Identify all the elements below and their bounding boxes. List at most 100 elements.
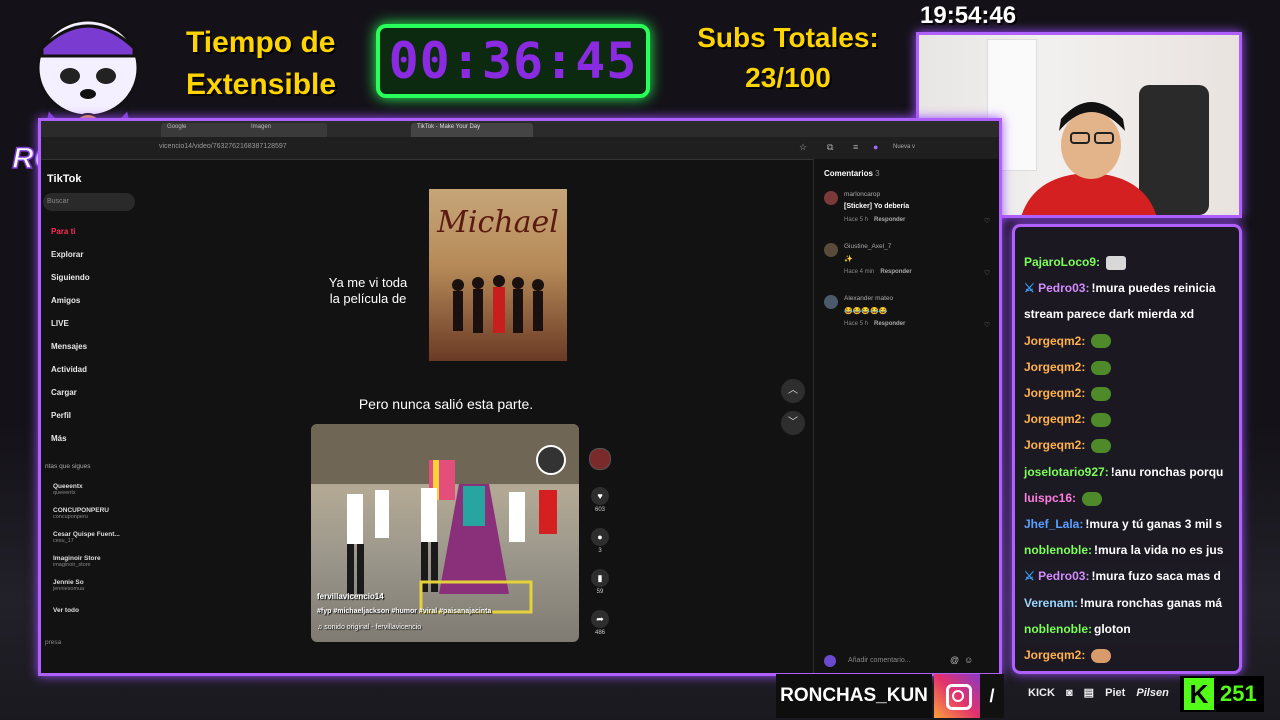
comment-input[interactable]: Añadir comentario... — [848, 657, 911, 664]
following-item[interactable]: Jennie So jenniesomua — [53, 579, 84, 592]
url-text[interactable]: vicencio14/video/7632762168387128597 — [159, 143, 287, 150]
stream-chat: PajaroLoco9: ⚔ Pedro03: !mura puedes reini… — [1012, 224, 1242, 674]
comment-avatar[interactable] — [824, 295, 838, 309]
kick-logo-icon: K — [1184, 678, 1214, 710]
search-input[interactable]: Buscar — [43, 193, 135, 211]
next-video-button[interactable]: ﹀ — [781, 411, 805, 435]
video-sound[interactable]: ♫ sonido original - fervillavicencio — [317, 624, 421, 631]
nav-explore[interactable]: Explorar — [51, 250, 83, 259]
tab-google[interactable]: Google — [161, 123, 253, 137]
reply-button[interactable]: Responder — [874, 321, 905, 327]
following-item[interactable]: Queeentx queeentx — [53, 483, 83, 496]
nav-for-you[interactable]: Para ti — [51, 227, 75, 236]
comment-like-icon[interactable]: ♡ — [984, 269, 990, 277]
subs-counter: Subs Totales: 23/100 — [668, 18, 908, 98]
chat-username[interactable]: Jorgeqm2: — [1024, 412, 1085, 426]
comment-like-icon[interactable]: ♡ — [984, 217, 990, 225]
comment-like-icon[interactable]: ♡ — [984, 321, 990, 329]
tiktok-logo[interactable]: TikTok — [47, 173, 81, 185]
tab-strip: Google Imagen TikTok - Make Your Day — [41, 121, 999, 137]
following-header: ntas que sigues — [45, 463, 91, 470]
kick-sponsor-text: KICK — [1028, 687, 1055, 699]
poster-dancers — [452, 275, 544, 333]
tab-image[interactable]: Imagen — [245, 123, 327, 137]
comments-panel: Comentarios 3 marloncarop [Sticker] Yo d… — [813, 159, 999, 673]
comment-user[interactable]: Alexander mateo — [844, 295, 893, 302]
video-author[interactable]: fervillavicencio14 — [317, 592, 384, 601]
video-hashtags[interactable]: #fyp #michaeljackson #humor #viral #pais… — [317, 608, 491, 615]
chat-username[interactable]: Pedro03: — [1038, 281, 1089, 295]
following-item[interactable]: Imaginoir Store imaginoir_store — [53, 555, 101, 568]
chat-username[interactable]: PajaroLoco9: — [1024, 255, 1100, 269]
previous-video-button[interactable]: ︿ — [781, 379, 805, 403]
bookmark-star-icon[interactable]: ☆ — [799, 142, 807, 153]
comment-input-row: Añadir comentario... @ ☺ — [824, 655, 984, 669]
nav-profile[interactable]: Perfil — [51, 411, 71, 420]
mention-icon[interactable]: @ — [950, 655, 959, 665]
comment-meta: Hace 5 h Responder — [844, 321, 905, 327]
clock: 19:54:46 — [920, 2, 1017, 29]
chat-username[interactable]: Jhef_Lala: — [1024, 517, 1083, 531]
nav-upload[interactable]: Cargar — [51, 388, 77, 397]
menu-icon[interactable]: ≡ — [853, 142, 858, 152]
chat-text: gloton — [1094, 621, 1131, 636]
chat-username[interactable]: noblenoble: — [1024, 622, 1092, 636]
reply-button[interactable]: Responder — [880, 269, 911, 275]
nav-messages[interactable]: Mensajes — [51, 342, 87, 351]
nav-more[interactable]: Más — [51, 434, 67, 443]
timer-label-line2: Extensible — [186, 68, 337, 101]
emoji-icon[interactable]: ☺ — [964, 655, 973, 665]
following-item[interactable]: Cesar Quispe Fuent... cesu_17 — [53, 531, 120, 544]
chat-text: !mura puedes reinicia — [1091, 281, 1216, 296]
new-tab-label[interactable]: Nueva v — [893, 144, 915, 150]
extensions-icon[interactable]: ⧉ — [827, 142, 833, 153]
chat-username[interactable]: Jorgeqm2: — [1024, 386, 1085, 400]
company-link[interactable]: presa — [45, 639, 61, 646]
chat-username[interactable]: Jorgeqm2: — [1024, 334, 1085, 348]
kick-counter: K 251 — [1180, 676, 1264, 712]
following-handle: cesu_17 — [53, 538, 74, 544]
heart-icon: ♥ — [591, 487, 609, 505]
comment-user[interactable]: Giustine_Axel_7 — [844, 243, 891, 250]
chat-message: Jorgeqm2: — [1024, 436, 1236, 454]
nav-following[interactable]: Siguiendo — [51, 273, 90, 282]
nav-live[interactable]: LIVE — [51, 319, 69, 328]
comment-avatar[interactable] — [824, 243, 838, 257]
comment-avatar[interactable] — [824, 191, 838, 205]
chat-username[interactable]: Jorgeqm2: — [1024, 438, 1085, 452]
reply-button[interactable]: Responder — [874, 217, 905, 223]
following-name: Jennie So — [53, 579, 84, 586]
chat-username[interactable]: Jorgeqm2: — [1024, 648, 1085, 662]
subs-value: 23/100 — [745, 62, 831, 93]
address-bar[interactable]: vicencio14/video/7632762168387128597 ☆ ⧉… — [41, 137, 999, 160]
chat-username[interactable]: Pedro03: — [1038, 569, 1089, 583]
chat-message: stream parece dark mierda xd — [1024, 305, 1236, 323]
see-all-link[interactable]: Ver todo — [53, 607, 79, 614]
comment-meta: Hace 4 min Responder — [844, 269, 912, 275]
chat-text: !mura la vida no es jus — [1094, 543, 1224, 558]
following-handle: queeentx — [53, 490, 76, 496]
tab-tiktok[interactable]: TikTok - Make Your Day — [411, 123, 533, 137]
chat-username[interactable]: noblenoble: — [1024, 543, 1092, 557]
chat-username[interactable]: luispc16: — [1024, 491, 1076, 505]
timer-label-line1: Tiempo de — [186, 26, 336, 59]
sword-badge-icon: ⚔ — [1024, 569, 1039, 584]
following-item[interactable]: CONCUPONPERU concuponperu — [53, 507, 109, 520]
nav-friends[interactable]: Amigos — [51, 296, 80, 305]
video-sound-text: sonido original - fervillavicencio — [324, 624, 422, 631]
profile-icon[interactable]: ● — [873, 142, 878, 152]
share-button[interactable]: ➦ 486 — [589, 610, 611, 636]
nav-activity[interactable]: Actividad — [51, 365, 87, 374]
like-button[interactable]: ♥ 603 — [589, 487, 611, 513]
frog-emote-icon — [1082, 491, 1103, 506]
comment-button[interactable]: ● 3 — [589, 528, 611, 554]
like-count: 603 — [594, 507, 605, 513]
save-button[interactable]: ▮ 59 — [589, 569, 611, 595]
author-avatar[interactable] — [589, 448, 611, 470]
chat-username[interactable]: Jorgeqm2: — [1024, 360, 1085, 374]
chat-username[interactable]: joselotario927: — [1024, 465, 1109, 479]
chat-username[interactable]: Verenam: — [1024, 596, 1078, 610]
comment-user[interactable]: marloncarop — [844, 191, 880, 198]
chat-message: PajaroLoco9: — [1024, 253, 1236, 271]
video-player[interactable]: fervillavicencio14 #fyp #michaeljackson … — [311, 424, 579, 642]
